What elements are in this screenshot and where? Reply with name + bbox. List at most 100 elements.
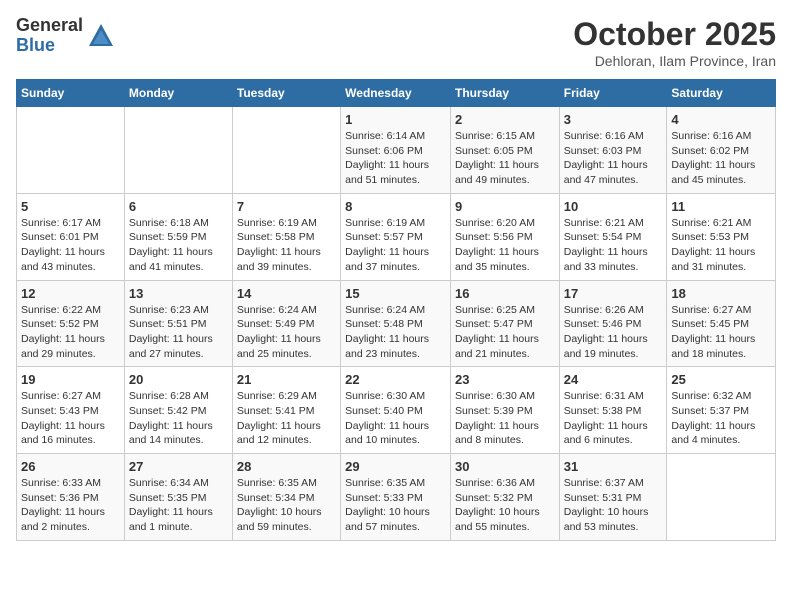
calendar-cell [17,107,125,194]
logo-icon [87,22,115,50]
day-info: Sunrise: 6:16 AM Sunset: 6:02 PM Dayligh… [671,129,771,188]
day-number: 19 [21,372,120,387]
calendar-cell: 27 Sunrise: 6:34 AM Sunset: 5:35 PM Dayli… [124,454,232,541]
day-number: 26 [21,459,120,474]
day-info: Sunrise: 6:30 AM Sunset: 5:40 PM Dayligh… [345,389,446,448]
day-info: Sunrise: 6:19 AM Sunset: 5:58 PM Dayligh… [237,216,336,275]
calendar-cell: 25 Sunrise: 6:32 AM Sunset: 5:37 PM Dayli… [667,367,776,454]
day-info: Sunrise: 6:15 AM Sunset: 6:05 PM Dayligh… [455,129,555,188]
day-number: 12 [21,286,120,301]
day-info: Sunrise: 6:27 AM Sunset: 5:43 PM Dayligh… [21,389,120,448]
day-info: Sunrise: 6:34 AM Sunset: 5:35 PM Dayligh… [129,476,228,535]
calendar-cell: 4 Sunrise: 6:16 AM Sunset: 6:02 PM Daylig… [667,107,776,194]
calendar-week-5: 26Sunrise: 6:33 AM Sunset: 5:36 PM Dayli… [17,454,776,541]
day-info: Sunrise: 6:35 AM Sunset: 5:33 PM Dayligh… [345,476,446,535]
day-number: 25 [671,372,771,387]
calendar-cell: 31 Sunrise: 6:37 AM Sunset: 5:31 PM Dayli… [559,454,667,541]
weekday-header-friday: Friday [559,80,667,107]
calendar-cell: 6Sunrise: 6:18 AM Sunset: 5:59 PM Daylig… [124,193,232,280]
day-number: 11 [671,199,771,214]
day-info: Sunrise: 6:14 AM Sunset: 6:06 PM Dayligh… [345,129,446,188]
weekday-header-wednesday: Wednesday [341,80,451,107]
day-number: 1 [345,112,446,127]
day-info: Sunrise: 6:32 AM Sunset: 5:37 PM Dayligh… [671,389,771,448]
calendar-cell: 1 Sunrise: 6:14 AM Sunset: 6:06 PM Daylig… [341,107,451,194]
calendar-cell: 26Sunrise: 6:33 AM Sunset: 5:36 PM Dayli… [17,454,125,541]
calendar-week-4: 19 Sunrise: 6:27 AM Sunset: 5:43 PM Dayli… [17,367,776,454]
day-number: 7 [237,199,336,214]
day-info: Sunrise: 6:37 AM Sunset: 5:31 PM Dayligh… [564,476,663,535]
day-info: Sunrise: 6:23 AM Sunset: 5:51 PM Dayligh… [129,303,228,362]
day-info: Sunrise: 6:28 AM Sunset: 5:42 PM Dayligh… [129,389,228,448]
day-info: Sunrise: 6:21 AM Sunset: 5:53 PM Dayligh… [671,216,771,275]
day-number: 28 [237,459,336,474]
day-info: Sunrise: 6:35 AM Sunset: 5:34 PM Dayligh… [237,476,336,535]
calendar-cell: 15 Sunrise: 6:24 AM Sunset: 5:48 PM Dayli… [341,280,451,367]
calendar-header: SundayMondayTuesdayWednesdayThursdayFrid… [17,80,776,107]
calendar-cell: 10 Sunrise: 6:21 AM Sunset: 5:54 PM Dayli… [559,193,667,280]
calendar-cell: 11 Sunrise: 6:21 AM Sunset: 5:53 PM Dayli… [667,193,776,280]
day-number: 30 [455,459,555,474]
logo: General Blue [16,16,115,56]
logo-general: General [16,16,83,36]
weekday-row: SundayMondayTuesdayWednesdayThursdayFrid… [17,80,776,107]
calendar-cell [232,107,340,194]
day-info: Sunrise: 6:16 AM Sunset: 6:03 PM Dayligh… [564,129,663,188]
calendar-cell: 9Sunrise: 6:20 AM Sunset: 5:56 PM Daylig… [450,193,559,280]
day-number: 31 [564,459,663,474]
calendar-cell: 30Sunrise: 6:36 AM Sunset: 5:32 PM Dayli… [450,454,559,541]
day-number: 23 [455,372,555,387]
calendar-table: SundayMondayTuesdayWednesdayThursdayFrid… [16,79,776,541]
calendar-cell [667,454,776,541]
calendar-cell: 5Sunrise: 6:17 AM Sunset: 6:01 PM Daylig… [17,193,125,280]
calendar-week-2: 5Sunrise: 6:17 AM Sunset: 6:01 PM Daylig… [17,193,776,280]
calendar-week-3: 12 Sunrise: 6:22 AM Sunset: 5:52 PM Dayli… [17,280,776,367]
weekday-header-monday: Monday [124,80,232,107]
day-number: 20 [129,372,228,387]
weekday-header-sunday: Sunday [17,80,125,107]
calendar-cell: 12 Sunrise: 6:22 AM Sunset: 5:52 PM Dayli… [17,280,125,367]
day-number: 13 [129,286,228,301]
calendar-cell: 16 Sunrise: 6:25 AM Sunset: 5:47 PM Dayli… [450,280,559,367]
day-info: Sunrise: 6:24 AM Sunset: 5:48 PM Dayligh… [345,303,446,362]
day-info: Sunrise: 6:21 AM Sunset: 5:54 PM Dayligh… [564,216,663,275]
day-number: 24 [564,372,663,387]
page-header: General Blue October 2025 Dehloran, Ilam… [16,16,776,69]
day-info: Sunrise: 6:19 AM Sunset: 5:57 PM Dayligh… [345,216,446,275]
day-info: Sunrise: 6:22 AM Sunset: 5:52 PM Dayligh… [21,303,120,362]
calendar-cell: 7 Sunrise: 6:19 AM Sunset: 5:58 PM Daylig… [232,193,340,280]
calendar-cell: 22 Sunrise: 6:30 AM Sunset: 5:40 PM Dayli… [341,367,451,454]
day-number: 5 [21,199,120,214]
day-number: 3 [564,112,663,127]
location-subtitle: Dehloran, Ilam Province, Iran [573,53,776,69]
calendar-cell [124,107,232,194]
day-number: 4 [671,112,771,127]
day-number: 29 [345,459,446,474]
day-number: 9 [455,199,555,214]
day-info: Sunrise: 6:25 AM Sunset: 5:47 PM Dayligh… [455,303,555,362]
calendar-cell: 2 Sunrise: 6:15 AM Sunset: 6:05 PM Daylig… [450,107,559,194]
calendar-cell: 13 Sunrise: 6:23 AM Sunset: 5:51 PM Dayli… [124,280,232,367]
day-number: 2 [455,112,555,127]
month-title: October 2025 [573,16,776,53]
calendar-cell: 20 Sunrise: 6:28 AM Sunset: 5:42 PM Dayli… [124,367,232,454]
day-number: 27 [129,459,228,474]
calendar-cell: 21 Sunrise: 6:29 AM Sunset: 5:41 PM Dayli… [232,367,340,454]
logo-blue: Blue [16,36,83,56]
weekday-header-tuesday: Tuesday [232,80,340,107]
calendar-cell: 23Sunrise: 6:30 AM Sunset: 5:39 PM Dayli… [450,367,559,454]
day-number: 8 [345,199,446,214]
calendar-cell: 19 Sunrise: 6:27 AM Sunset: 5:43 PM Dayli… [17,367,125,454]
day-info: Sunrise: 6:29 AM Sunset: 5:41 PM Dayligh… [237,389,336,448]
day-info: Sunrise: 6:27 AM Sunset: 5:45 PM Dayligh… [671,303,771,362]
day-number: 21 [237,372,336,387]
day-number: 16 [455,286,555,301]
day-number: 22 [345,372,446,387]
day-number: 17 [564,286,663,301]
day-info: Sunrise: 6:24 AM Sunset: 5:49 PM Dayligh… [237,303,336,362]
day-number: 15 [345,286,446,301]
calendar-cell: 17Sunrise: 6:26 AM Sunset: 5:46 PM Dayli… [559,280,667,367]
day-number: 10 [564,199,663,214]
day-number: 14 [237,286,336,301]
calendar-cell: 3 Sunrise: 6:16 AM Sunset: 6:03 PM Daylig… [559,107,667,194]
